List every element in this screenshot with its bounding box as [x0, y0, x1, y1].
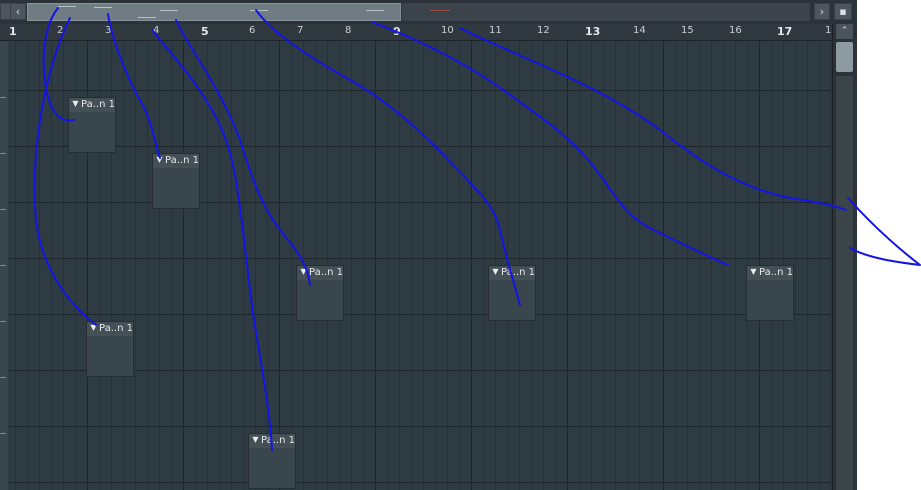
- clip-header[interactable]: ▼ Pa..n 1: [69, 98, 115, 112]
- scroll-up-button[interactable]: ⌃: [836, 24, 853, 39]
- clip-header[interactable]: ▼ Pa..n 1: [153, 154, 199, 168]
- scroll-left-button[interactable]: ‹: [10, 3, 26, 20]
- track-divider: [0, 377, 6, 378]
- playlist-menu-button[interactable]: ▪: [834, 3, 852, 20]
- chevron-up-icon: ⌃: [840, 26, 849, 36]
- overview-clip-mark: [366, 10, 384, 11]
- track-divider: [0, 433, 6, 434]
- bar-number: 8: [345, 25, 352, 36]
- playlist-window: ‹ › ▪ 123456789101112131415161718 ▼Pa..n…: [0, 0, 857, 490]
- overview-clip-mark: [58, 6, 76, 7]
- bar-number: 17: [777, 25, 793, 38]
- pattern-clip[interactable]: ▼ Pa..n 1: [68, 97, 116, 153]
- bar-number: 5: [201, 25, 209, 38]
- clip-header[interactable]: ▼ Pa..n 1: [747, 266, 793, 280]
- track-divider: [0, 321, 6, 322]
- bar-number: 15: [681, 25, 694, 36]
- bar-number: 2: [57, 25, 64, 36]
- pattern-clip[interactable]: ▼ Pa..n 1: [152, 153, 200, 209]
- clip-label: Pa..n 1: [81, 99, 115, 110]
- scroll-right-button[interactable]: ›: [814, 3, 830, 20]
- overview-scroller[interactable]: [27, 3, 401, 21]
- bar-number: 13: [585, 25, 601, 38]
- bar-number: 14: [633, 25, 646, 36]
- bar-number: 9: [393, 25, 401, 38]
- clip-header[interactable]: ▼ Pa..n 1: [87, 322, 133, 336]
- playlist-toolbar: ‹ › ▪: [0, 0, 857, 25]
- chevron-right-icon: ›: [819, 5, 825, 18]
- chevron-down-icon[interactable]: ▼: [491, 267, 500, 277]
- overview-clip-mark: [160, 10, 178, 11]
- square-dot-icon: ▪: [839, 5, 847, 18]
- chevron-down-icon[interactable]: ▼: [749, 267, 758, 277]
- clip-header[interactable]: ▼ Pa..n 1: [249, 434, 295, 448]
- chevron-down-icon[interactable]: ▼: [155, 155, 164, 165]
- overview-clip-mark: [250, 10, 268, 11]
- overview-clip-mark: [138, 17, 156, 18]
- timeline-ruler[interactable]: 123456789101112131415161718: [0, 24, 838, 41]
- clip-label: Pa..n 1: [501, 267, 535, 278]
- clip-label: Pa..n 1: [309, 267, 343, 278]
- clip-label: Pa..n 1: [261, 435, 295, 446]
- overview-clip-mark: [94, 7, 112, 8]
- clip-header[interactable]: ▼ Pa..n 1: [489, 266, 535, 280]
- chevron-down-icon[interactable]: ▼: [71, 99, 80, 109]
- bar-number: 11: [489, 25, 502, 36]
- chevron-down-icon[interactable]: ▼: [89, 323, 98, 333]
- pattern-clip[interactable]: ▼ Pa..n 1: [488, 265, 536, 321]
- bar-number: 12: [537, 25, 550, 36]
- pattern-clip[interactable]: ▼ Pa..n 1: [86, 321, 134, 377]
- pattern-clip[interactable]: ▼ Pa..n 1: [746, 265, 794, 321]
- track-divider: [0, 209, 6, 210]
- overview-marker: [430, 10, 450, 11]
- track-divider: [0, 153, 6, 154]
- bar-number: 1: [9, 25, 17, 38]
- bar-number: 6: [249, 25, 256, 36]
- bar-number: 16: [729, 25, 742, 36]
- vertical-scrollbar[interactable]: ⌃: [832, 24, 857, 490]
- track-divider: [0, 97, 6, 98]
- pattern-clip[interactable]: ▼ Pa..n 1: [296, 265, 344, 321]
- clip-label: Pa..n 1: [165, 155, 199, 166]
- bar-number: 10: [441, 25, 454, 36]
- scrollbar-track[interactable]: [836, 76, 853, 490]
- track-divider: [0, 265, 6, 266]
- canvas-margin: [857, 0, 921, 490]
- clip-label: Pa..n 1: [99, 323, 133, 334]
- chevron-down-icon[interactable]: ▼: [299, 267, 308, 277]
- bar-number: 3: [105, 25, 112, 36]
- overview-track[interactable]: [402, 3, 810, 21]
- chevron-down-icon[interactable]: ▼: [251, 435, 260, 445]
- bar-number: 7: [297, 25, 304, 36]
- pattern-clip[interactable]: ▼ Pa..n 1: [248, 433, 296, 489]
- chevron-left-icon: ‹: [15, 5, 21, 18]
- clip-label: Pa..n 1: [759, 267, 793, 278]
- scrollbar-thumb[interactable]: [836, 42, 853, 72]
- bar-number: 4: [153, 25, 160, 36]
- playlist-grid[interactable]: [8, 41, 830, 490]
- clip-header[interactable]: ▼ Pa..n 1: [297, 266, 343, 280]
